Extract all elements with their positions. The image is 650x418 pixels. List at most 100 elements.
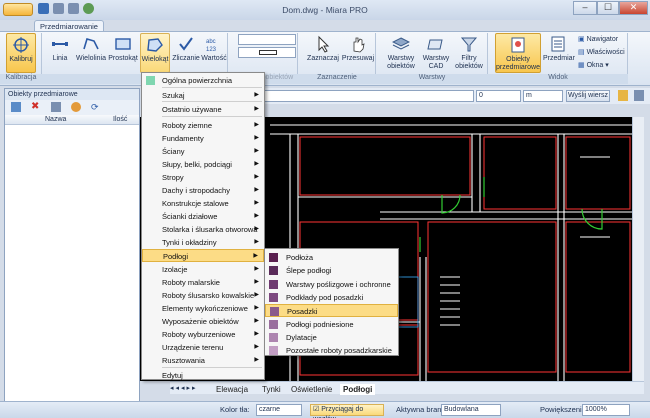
przesuwaj-label: Przesuwaj [341, 55, 375, 62]
submenu-arrow-icon: ▶ [254, 122, 259, 128]
copy-icon[interactable] [51, 102, 61, 112]
send-row-button[interactable]: Wyślij wiersz [566, 90, 610, 102]
sheet-tab-oswietlenie[interactable]: Oświetlenie [291, 384, 332, 395]
warstwy-cad-button[interactable]: Warstwy CAD [420, 33, 452, 73]
measure-toolbar: 0 m Wyślij wiersz [256, 88, 650, 104]
filtry-obiektow-button[interactable]: Filtry obiektów [452, 33, 486, 73]
submenu-arrow-icon: ▶ [254, 357, 259, 363]
submenu-item[interactable]: Dylatacje [265, 331, 398, 344]
menu-item[interactable]: Ogólna powierzchnia [142, 74, 264, 87]
submenu-item[interactable]: Podkłady pod posadzki [265, 291, 398, 304]
menu-item[interactable]: Wyposażenie obiektów ▶ [142, 315, 264, 328]
submenu-item-label: Warstwy poślizgowe i ochronne [286, 279, 391, 289]
vertical-scrollbar[interactable] [632, 117, 644, 381]
submenu-arrow-icon: ▶ [254, 161, 259, 167]
close-button[interactable]: ✕ [619, 1, 648, 15]
menu-item[interactable]: Elementy wykończeniowe ▶ [142, 302, 264, 315]
submenu-arrow-icon: ▶ [254, 305, 259, 311]
submenu-item[interactable]: Warstwy poślizgowe i ochronne [265, 278, 398, 291]
color-swatch-icon [269, 319, 278, 329]
zaznaczaj-label: Zaznaczaj [307, 55, 339, 62]
color-icon[interactable] [71, 102, 81, 112]
properties-icon: ▤ [578, 49, 587, 56]
menu-item[interactable]: Fundamenty ▶ [142, 132, 264, 145]
line-style-swatch [259, 50, 277, 55]
unit-input[interactable]: m [523, 90, 563, 102]
menu-item-label: Ścianki działowe [162, 212, 218, 221]
submenu-item[interactable]: Podłogi podniesione [265, 318, 398, 331]
menu-item[interactable]: Roboty ziemne ▶ [142, 119, 264, 132]
col-ilosc[interactable]: Ilość [113, 116, 127, 123]
menu-item[interactable]: Rusztowania ▶ [142, 354, 264, 367]
menu-item[interactable]: Ostatnio używane ▶ [142, 103, 264, 116]
prostokat-button[interactable]: Prostokąt [108, 33, 138, 73]
color-swatch-icon [270, 307, 279, 317]
submenu-item[interactable]: Ślepe podłogi [265, 264, 398, 277]
menu-item[interactable]: Szukaj ▶ [142, 89, 264, 102]
menu-item[interactable]: Edytuj [142, 369, 264, 382]
wartosc-button[interactable]: abc 123 Wartość [201, 33, 227, 73]
color-swatch-icon [269, 332, 278, 342]
active-trade-select[interactable]: Budowlana [441, 404, 501, 416]
layers-icon [392, 37, 410, 50]
menu-item[interactable]: Dachy i stropodachy ▶ [142, 184, 264, 197]
sheet-tab-elewacja[interactable]: Elewacja [216, 384, 248, 395]
snap-toggle[interactable]: ☑ Przyciągaj do węzłów [310, 404, 384, 418]
type-select-2[interactable] [238, 47, 296, 58]
warstwy-obiektow-button[interactable]: Warstwy obiektów [383, 33, 419, 73]
submenu-item-label: Posadzki [287, 307, 318, 317]
okna-button[interactable]: ▦ Okna ▾ [578, 61, 609, 69]
warstwy-obiektow-label: Warstwy obiektów [387, 55, 415, 70]
menu-item[interactable]: Stolarka i ślusarka otworowa ▶ [142, 223, 264, 236]
kalibruj-button[interactable]: Kalibruj [6, 33, 36, 73]
menu-item[interactable]: Stropy ▶ [142, 171, 264, 184]
menu-item[interactable]: Podłogi ▶ [142, 249, 264, 262]
refresh-list-icon[interactable]: ⟳ [91, 102, 101, 112]
wielolinia-button[interactable]: Wielolinia [75, 33, 107, 73]
menu-item[interactable]: Konstrukcje stalowe ▶ [142, 197, 264, 210]
submenu-item[interactable]: Podłoża [265, 251, 398, 264]
crosshair-icon [13, 37, 29, 53]
przesuwaj-button[interactable]: Przesuwaj [341, 33, 375, 73]
przedmiar-button[interactable]: Przedmiar [543, 33, 575, 73]
sheet-nav-buttons[interactable]: ◂◂◂▸▸ [170, 384, 210, 394]
submenu-arrow-icon: ▶ [254, 174, 259, 180]
windows-icon: ▦ [578, 62, 587, 69]
col-nazwa[interactable]: Nazwa [45, 116, 66, 123]
menu-item[interactable]: Ściany ▶ [142, 145, 264, 158]
tool-icon-1[interactable] [618, 90, 628, 101]
menu-item[interactable]: Roboty wyburzeniowe ▶ [142, 328, 264, 341]
submenu-item[interactable]: Posadzki [265, 304, 398, 318]
command-input[interactable] [264, 90, 474, 102]
nawigator-button[interactable]: ▣ Nawigator [578, 35, 618, 43]
linia-button[interactable]: Linia [46, 33, 74, 73]
zliczanie-button[interactable]: Zliczanie [172, 33, 200, 73]
menu-item[interactable]: Ścianki działowe ▶ [142, 210, 264, 223]
delete-icon[interactable]: ✖ [31, 102, 41, 112]
zaznaczaj-button[interactable]: Zaznaczaj [305, 33, 341, 73]
obiekty-przedmiarowe-button[interactable]: Obiekty przedmiarowe [495, 33, 541, 73]
add-icon[interactable] [11, 102, 21, 112]
wielokat-button[interactable]: Wielokąt [140, 33, 170, 73]
menu-item[interactable]: Roboty malarskie ▶ [142, 276, 264, 289]
nawigator-label: Nawigator [586, 36, 619, 43]
sheet-tab-tynki[interactable]: Tynki [262, 384, 281, 395]
submenu-item[interactable]: Pozostałe roboty posadzkarskie [265, 344, 398, 357]
wlasciwosci-button[interactable]: ▤ Właściwości [578, 48, 625, 56]
tool-icon-2[interactable] [634, 90, 644, 101]
linia-label: Linia [52, 55, 68, 62]
value-input[interactable]: 0 [476, 90, 521, 102]
background-color-select[interactable]: czarne [256, 404, 302, 416]
menu-item[interactable]: Izolacje ▶ [142, 263, 264, 276]
maximize-button[interactable]: ☐ [597, 1, 619, 15]
menu-item[interactable]: Tynki i okładziny ▶ [142, 236, 264, 249]
menu-item[interactable]: Urządzenie terenu ▶ [142, 341, 264, 354]
zoom-select[interactable]: 1000% [582, 404, 630, 416]
objects-panel-icon [511, 37, 525, 53]
sheet-tab-podlogi[interactable]: Podłogi [340, 384, 376, 395]
menu-item-label: Słupy, belki, podciągi [162, 160, 232, 169]
menu-item[interactable]: Roboty ślusarsko kowalskie ▶ [142, 289, 264, 302]
type-select-1[interactable] [238, 34, 296, 45]
minimize-button[interactable]: – [573, 1, 597, 15]
menu-item[interactable]: Słupy, belki, podciągi ▶ [142, 158, 264, 171]
